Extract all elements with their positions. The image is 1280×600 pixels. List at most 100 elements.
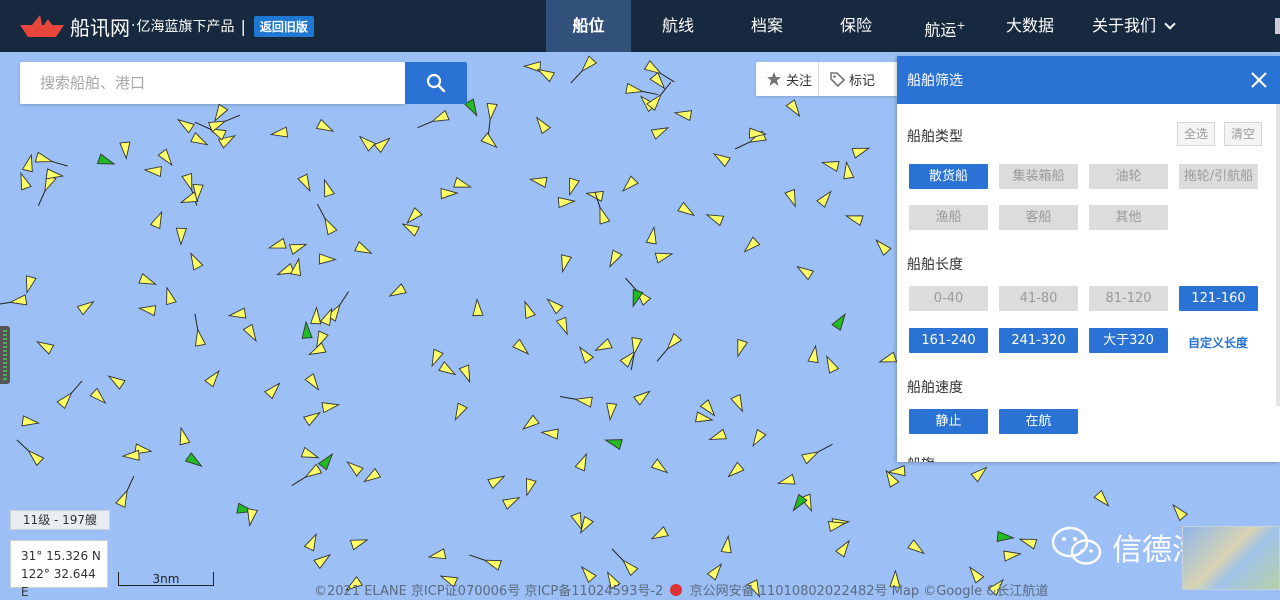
ship-marker[interactable] [520, 300, 536, 320]
ship-marker[interactable] [427, 548, 447, 562]
ship-marker[interactable] [831, 311, 849, 331]
ship-marker[interactable] [269, 126, 289, 139]
ship-marker[interactable] [608, 545, 639, 577]
ship-marker[interactable] [650, 458, 670, 476]
ship-marker[interactable] [653, 332, 683, 365]
overview-minimap[interactable] [1182, 526, 1280, 590]
type-other[interactable]: 其他 [1089, 205, 1168, 230]
ship-marker[interactable] [776, 473, 796, 488]
ship-marker[interactable] [835, 538, 853, 558]
ship-marker[interactable] [149, 210, 167, 230]
ship-marker[interactable] [708, 428, 728, 444]
length-161-240[interactable]: 161-240 [909, 328, 988, 353]
ship-marker[interactable] [387, 283, 407, 301]
panel-scrollbar[interactable] [1276, 104, 1280, 406]
ship-marker[interactable] [119, 141, 131, 160]
ship-marker[interactable] [970, 464, 990, 483]
ship-marker[interactable] [604, 435, 623, 450]
length-241-320[interactable]: 241-320 [999, 328, 1078, 353]
clear-button[interactable]: 清空 [1224, 122, 1263, 146]
ship-marker[interactable] [264, 380, 283, 400]
ship-marker[interactable] [673, 108, 693, 122]
ship-marker[interactable] [303, 532, 321, 552]
ship-marker[interactable] [175, 116, 195, 134]
ship-marker[interactable] [483, 102, 498, 136]
ship-marker[interactable] [620, 175, 639, 194]
ship-marker[interactable] [558, 254, 573, 274]
ship-marker[interactable] [427, 348, 444, 368]
speed-stationary[interactable]: 静止 [909, 409, 988, 434]
ship-marker[interactable] [204, 368, 223, 388]
ship-marker[interactable] [211, 103, 229, 123]
ship-marker[interactable] [472, 298, 484, 317]
follow-button[interactable]: 关注 [756, 62, 818, 96]
ship-marker[interactable] [645, 225, 659, 245]
ship-marker[interactable] [649, 526, 669, 543]
ship-marker[interactable] [585, 188, 604, 202]
ship-marker[interactable] [654, 249, 674, 264]
ship-marker[interactable] [633, 387, 653, 406]
ship-marker[interactable] [416, 109, 450, 133]
ship-marker[interactable] [520, 414, 540, 433]
ship-marker[interactable] [121, 449, 140, 461]
ship-marker[interactable] [303, 408, 323, 427]
ship-marker[interactable] [822, 354, 840, 374]
ship-marker[interactable] [89, 387, 109, 406]
ship-marker[interactable] [137, 303, 157, 317]
ship-marker[interactable] [512, 338, 532, 357]
nav-about-us[interactable]: 关于我们 [1073, 0, 1193, 52]
ship-marker[interactable] [21, 153, 37, 173]
ship-marker[interactable] [559, 392, 593, 408]
ship-marker[interactable] [22, 275, 37, 295]
ship-marker[interactable] [694, 411, 714, 425]
ship-marker[interactable] [438, 361, 458, 379]
ship-marker[interactable] [184, 452, 205, 470]
ship-marker[interactable] [544, 296, 564, 315]
ship-marker[interactable] [801, 440, 835, 465]
ship-marker[interactable] [816, 188, 835, 208]
ship-marker[interactable] [873, 237, 892, 257]
ship-marker[interactable] [301, 320, 313, 339]
ship-marker[interactable] [733, 338, 749, 358]
ship-marker[interactable] [349, 535, 369, 551]
ship-marker[interactable] [313, 202, 338, 236]
ship-marker[interactable] [565, 177, 580, 197]
ship-marker[interactable] [115, 474, 139, 508]
ship-marker[interactable] [362, 467, 382, 486]
ship-marker[interactable] [13, 436, 45, 467]
ship-marker[interactable] [996, 530, 1016, 543]
ship-marker[interactable] [458, 364, 474, 384]
select-all-button[interactable]: 全选 [1177, 122, 1216, 146]
ship-marker[interactable] [289, 463, 323, 489]
ship-marker[interactable] [480, 132, 500, 151]
length-0-40[interactable]: 0-40 [909, 286, 988, 311]
ship-marker[interactable] [106, 372, 126, 390]
ship-marker[interactable] [451, 402, 468, 422]
length-121-160[interactable]: 121-160 [1179, 286, 1258, 311]
ship-marker[interactable] [468, 550, 502, 571]
ship-marker[interactable] [522, 477, 537, 497]
nav-archive[interactable]: 档案 [725, 0, 809, 52]
ship-marker[interactable] [176, 426, 191, 446]
ship-marker[interactable] [576, 344, 595, 364]
ship-marker[interactable] [315, 118, 336, 136]
ship-marker[interactable] [297, 173, 314, 193]
ship-marker[interactable] [400, 220, 420, 237]
ship-marker[interactable] [76, 298, 96, 316]
ship-marker[interactable] [741, 236, 761, 255]
ship-marker[interactable] [528, 174, 548, 188]
ship-marker[interactable] [749, 428, 767, 449]
ship-marker[interactable] [730, 393, 747, 414]
ship-marker[interactable] [540, 427, 559, 440]
ship-marker[interactable] [1169, 502, 1189, 522]
ship-marker[interactable] [290, 257, 304, 277]
ship-marker[interactable] [725, 461, 745, 480]
ship-marker[interactable] [373, 134, 393, 154]
ship-marker[interactable] [842, 160, 855, 180]
ship-marker[interactable] [555, 316, 572, 336]
search-button[interactable] [405, 62, 467, 104]
ship-marker[interactable] [567, 55, 598, 86]
ship-marker[interactable] [190, 132, 210, 149]
type-tug-pilot[interactable]: 拖轮/引航船 [1179, 164, 1258, 189]
ship-marker[interactable] [320, 178, 335, 198]
